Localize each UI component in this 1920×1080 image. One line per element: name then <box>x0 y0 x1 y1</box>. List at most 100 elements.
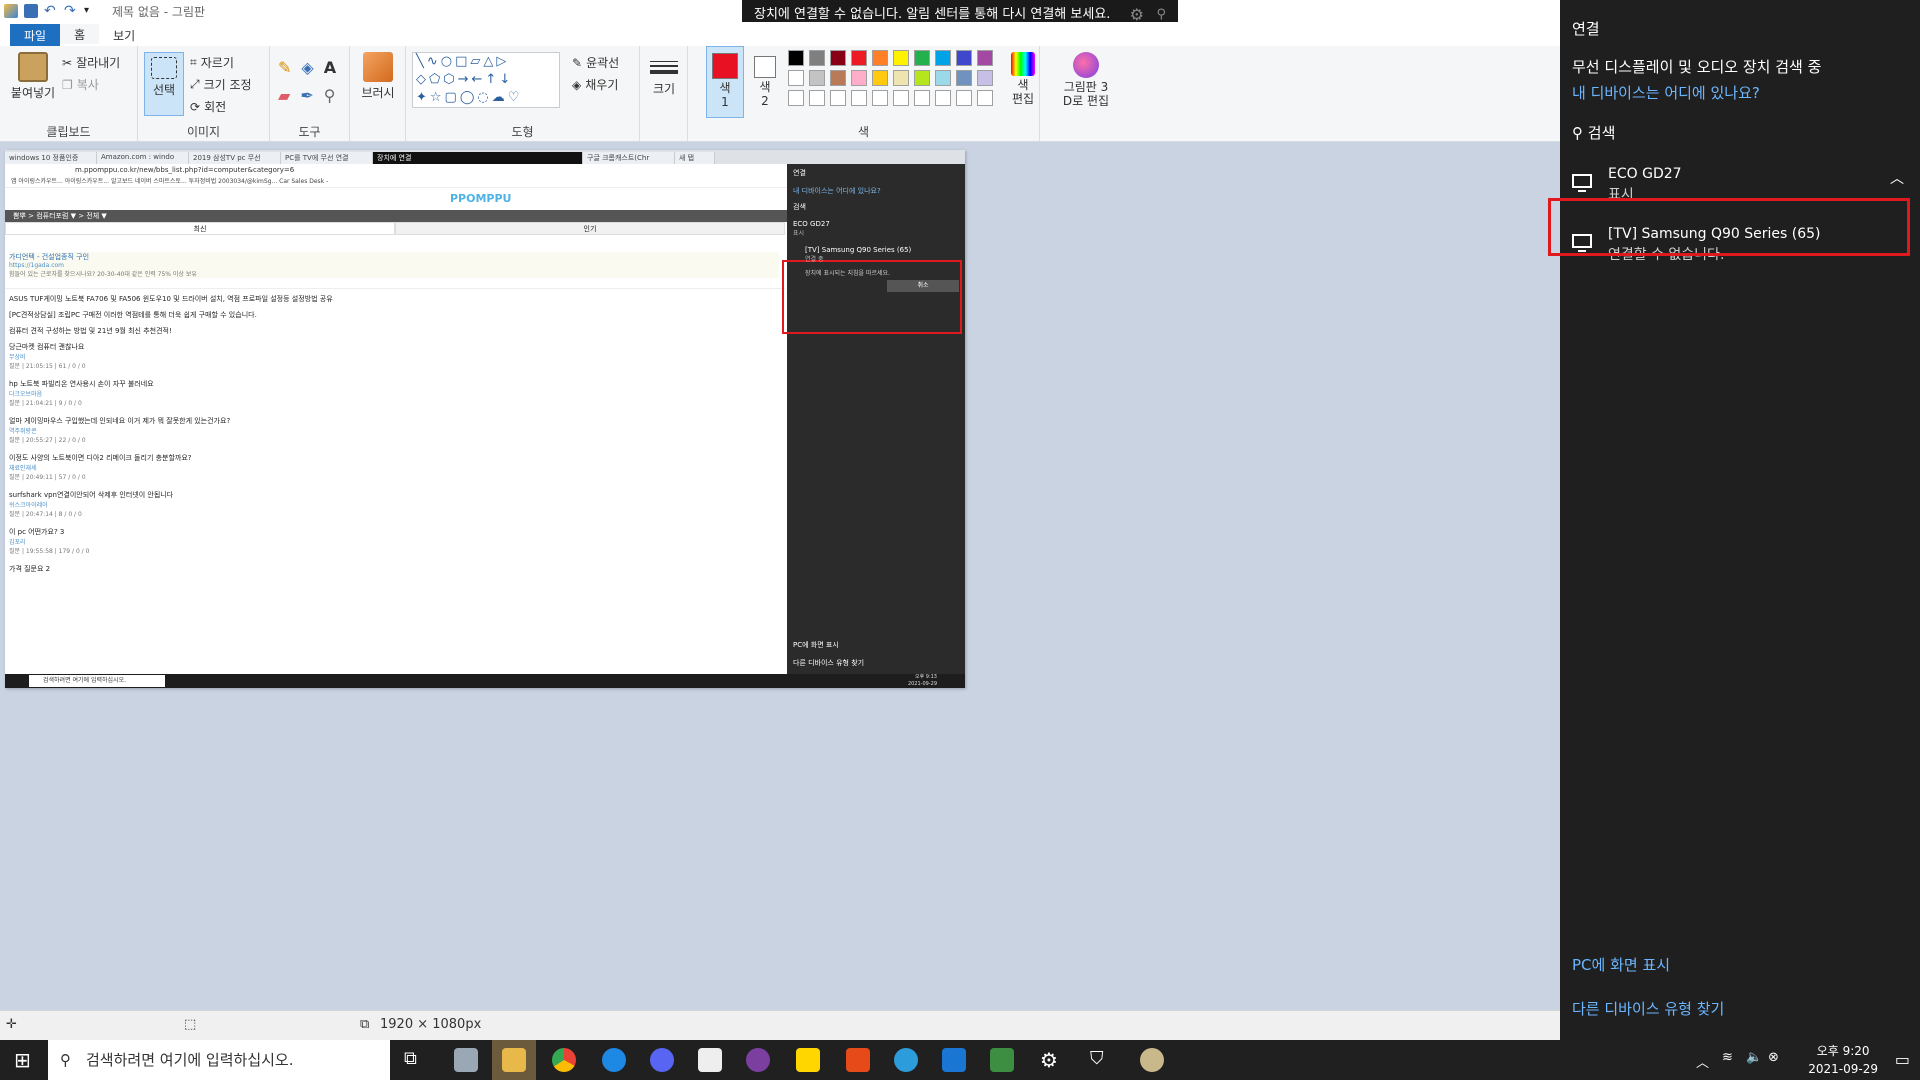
palette-swatch[interactable] <box>935 70 951 86</box>
custom-color-slot[interactable] <box>851 90 867 106</box>
palette-swatch[interactable] <box>851 70 867 86</box>
eraser-icon[interactable]: ▰ <box>278 86 290 105</box>
security-shield-icon[interactable]: ⛉ <box>1090 1048 1114 1072</box>
custom-color-slot[interactable] <box>977 90 993 106</box>
palette-swatch[interactable] <box>893 50 909 66</box>
palette-swatch[interactable] <box>830 70 846 86</box>
palette-swatch[interactable] <box>914 50 930 66</box>
internet-explorer-icon[interactable] <box>894 1048 918 1072</box>
custom-color-slot[interactable] <box>956 90 972 106</box>
edit-colors-button[interactable]: 색 편집 <box>1008 52 1038 106</box>
paint-app-icon[interactable] <box>4 4 18 18</box>
ribbon: 붙여넣기 ✂ 잘라내기 ❐ 복사 클립보드 선택 ⌗ 자르기 ⤢ 크기 조정 ⟳ 회전 이… <box>0 46 1560 142</box>
tab-view[interactable]: 보기 <box>99 24 149 46</box>
custom-color-slot[interactable] <box>872 90 888 106</box>
custom-color-slot[interactable] <box>935 90 951 106</box>
color2-button[interactable]: 색 2 <box>748 46 782 118</box>
selection-size-icon: ⬚ <box>184 1017 197 1032</box>
shapes-gallery[interactable]: ╲∿○□▱△▷ ◇⬠⬡→←↑↓ ✦☆▢◯◌☁♡ <box>412 52 560 108</box>
find-other-devices-link[interactable]: 다른 디바이스 유형 찾기 <box>1572 998 1724 1019</box>
where-device-link[interactable]: 내 디바이스는 어디에 있나요? <box>1572 82 1760 103</box>
list-item: 컴퓨터 견적 구성하는 방법 및 21년 9월 최신 추천견적! <box>9 326 779 336</box>
palette-swatch[interactable] <box>956 70 972 86</box>
palette-swatch[interactable] <box>830 50 846 66</box>
paste-button[interactable]: 붙여넣기 <box>8 52 58 101</box>
project-to-pc-link[interactable]: PC에 화면 표시 <box>1572 954 1670 975</box>
paint3d-button[interactable]: 그림판 3 D로 편집 <box>1056 52 1116 108</box>
rotate-button[interactable]: ⟳ 회전 <box>190 98 226 115</box>
custom-color-slot[interactable] <box>893 90 909 106</box>
color1-button[interactable]: 색 1 <box>706 46 744 118</box>
highlight-box <box>1548 198 1910 256</box>
post-author: 김포리 <box>9 539 26 546</box>
palette-swatch[interactable] <box>809 50 825 66</box>
palette-swatch[interactable] <box>914 70 930 86</box>
text-icon[interactable]: A <box>324 58 336 77</box>
media-icon[interactable] <box>746 1048 770 1072</box>
cut-button[interactable]: ✂ 잘라내기 <box>62 54 120 71</box>
palette-swatch[interactable] <box>788 50 804 66</box>
post-sub: https://1gada.com <box>9 262 65 269</box>
palette-swatch[interactable] <box>872 50 888 66</box>
paint3d-label: 그림판 3 D로 편집 <box>1062 80 1110 108</box>
panel-search[interactable]: ⚲ 검색 <box>1572 122 1615 143</box>
palette-swatch[interactable] <box>809 70 825 86</box>
task-view-icon[interactable]: ⧉ <box>404 1048 428 1072</box>
app-icon[interactable] <box>942 1048 966 1072</box>
calculator-icon[interactable] <box>698 1048 722 1072</box>
paint-taskbar-icon[interactable] <box>1140 1048 1164 1072</box>
taskbar-search-box[interactable]: ⚲ 검색하려면 여기에 입력하십시오. <box>48 1040 390 1080</box>
palette-swatch[interactable] <box>977 50 993 66</box>
discord-icon[interactable] <box>650 1048 674 1072</box>
file-explorer-icon[interactable] <box>502 1048 526 1072</box>
select-button[interactable]: 선택 <box>144 52 184 116</box>
undo-icon[interactable]: ↶ <box>44 4 58 18</box>
tray-chevron-up-icon[interactable]: ︿ <box>1696 1052 1709 1071</box>
app-icon[interactable] <box>990 1048 1014 1072</box>
tab-home[interactable]: 홈 <box>60 24 100 46</box>
custom-color-slot[interactable] <box>788 90 804 106</box>
palette-swatch[interactable] <box>893 70 909 86</box>
palette-swatch[interactable] <box>956 50 972 66</box>
custom-color-slot[interactable] <box>809 90 825 106</box>
palette-swatch[interactable] <box>977 70 993 86</box>
chevron-up-icon[interactable]: ︿ <box>1890 168 1904 188</box>
palette-swatch[interactable] <box>851 50 867 66</box>
resize-button[interactable]: ⤢ 크기 조정 <box>190 76 252 93</box>
taskbar-clock[interactable]: 오후 9:20 2021-09-29 <box>1808 1042 1878 1078</box>
palette-swatch[interactable] <box>788 70 804 86</box>
crop-button[interactable]: ⌗ 자르기 <box>190 54 234 71</box>
settings-gear-icon[interactable]: ⚙ <box>1040 1048 1064 1072</box>
customize-toolbar-icon[interactable]: ▾ <box>84 4 98 18</box>
chrome-icon[interactable] <box>552 1048 576 1072</box>
kakaotalk-icon[interactable] <box>796 1048 820 1072</box>
palette-swatch[interactable] <box>872 70 888 86</box>
windows-start-icon[interactable]: ⊞ <box>14 1048 31 1072</box>
post-title: hp 노트북 파빌리온 연사용시 손이 자꾸 불러네요 <box>9 380 154 388</box>
color-picker-icon[interactable]: ✒ <box>300 86 313 105</box>
edge-icon[interactable] <box>602 1048 626 1072</box>
pencil-icon[interactable]: ✎ <box>278 58 291 77</box>
volume-icon[interactable]: 🔈 <box>1746 1050 1762 1065</box>
custom-color-slot[interactable] <box>914 90 930 106</box>
notification-status-icon[interactable]: ⊗ <box>1768 1050 1779 1065</box>
brushes-button[interactable]: 브러시 <box>356 52 400 101</box>
fill-icon[interactable]: ◈ <box>301 58 313 77</box>
app-icon[interactable] <box>454 1048 478 1072</box>
redo-icon[interactable]: ↷ <box>64 4 78 18</box>
copy-button[interactable]: ❐ 복사 <box>62 76 99 93</box>
custom-color-slot[interactable] <box>830 90 846 106</box>
palette-swatch[interactable] <box>935 50 951 66</box>
office-icon[interactable] <box>846 1048 870 1072</box>
fill-shape-button[interactable]: ◈ 채우기 <box>572 76 618 93</box>
canvas[interactable]: windows 10 정품인증 Amazon.com : windo 2019 … <box>5 150 965 688</box>
tab-file[interactable]: 파일 <box>10 24 61 46</box>
magnifier-icon[interactable]: ⚲ <box>324 86 336 105</box>
save-icon[interactable] <box>24 4 38 18</box>
taskbar-date: 2021-09-29 <box>1808 1062 1878 1076</box>
size-button[interactable]: 크기 <box>646 54 682 97</box>
action-center-icon[interactable]: ▭ <box>1895 1050 1910 1069</box>
outline-button[interactable]: ✎ 윤곽선 <box>572 54 619 71</box>
network-icon[interactable]: ≋ <box>1722 1050 1733 1065</box>
resize-icon: ⤢ <box>190 77 200 91</box>
